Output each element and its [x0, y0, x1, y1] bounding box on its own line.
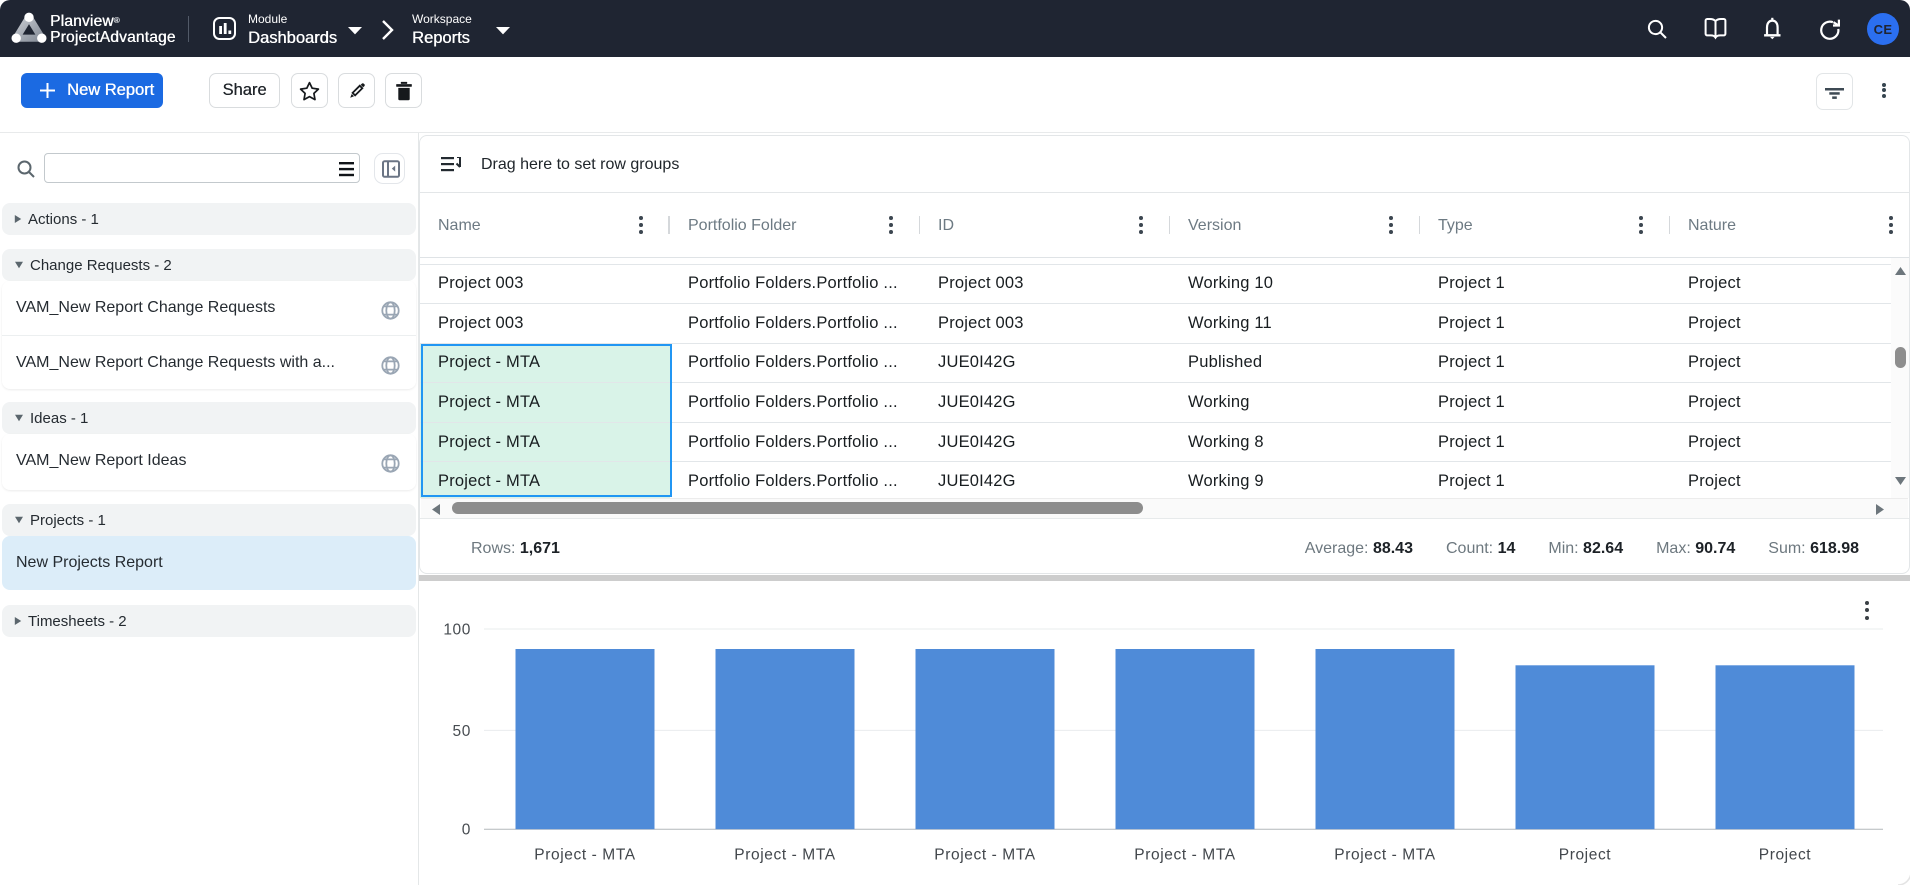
svg-text:Project - MTA: Project - MTA	[1334, 846, 1435, 863]
svg-text:Project - MTA: Project - MTA	[534, 846, 635, 863]
svg-text:0: 0	[462, 822, 471, 839]
svg-text:Project: Project	[1559, 846, 1612, 863]
svg-text:Project - MTA: Project - MTA	[734, 846, 835, 863]
svg-text:50: 50	[453, 723, 471, 740]
svg-text:Project: Project	[1759, 846, 1812, 863]
svg-text:Project - MTA: Project - MTA	[934, 846, 1035, 863]
svg-text:100: 100	[443, 622, 471, 639]
svg-text:Project - MTA: Project - MTA	[1134, 846, 1235, 863]
